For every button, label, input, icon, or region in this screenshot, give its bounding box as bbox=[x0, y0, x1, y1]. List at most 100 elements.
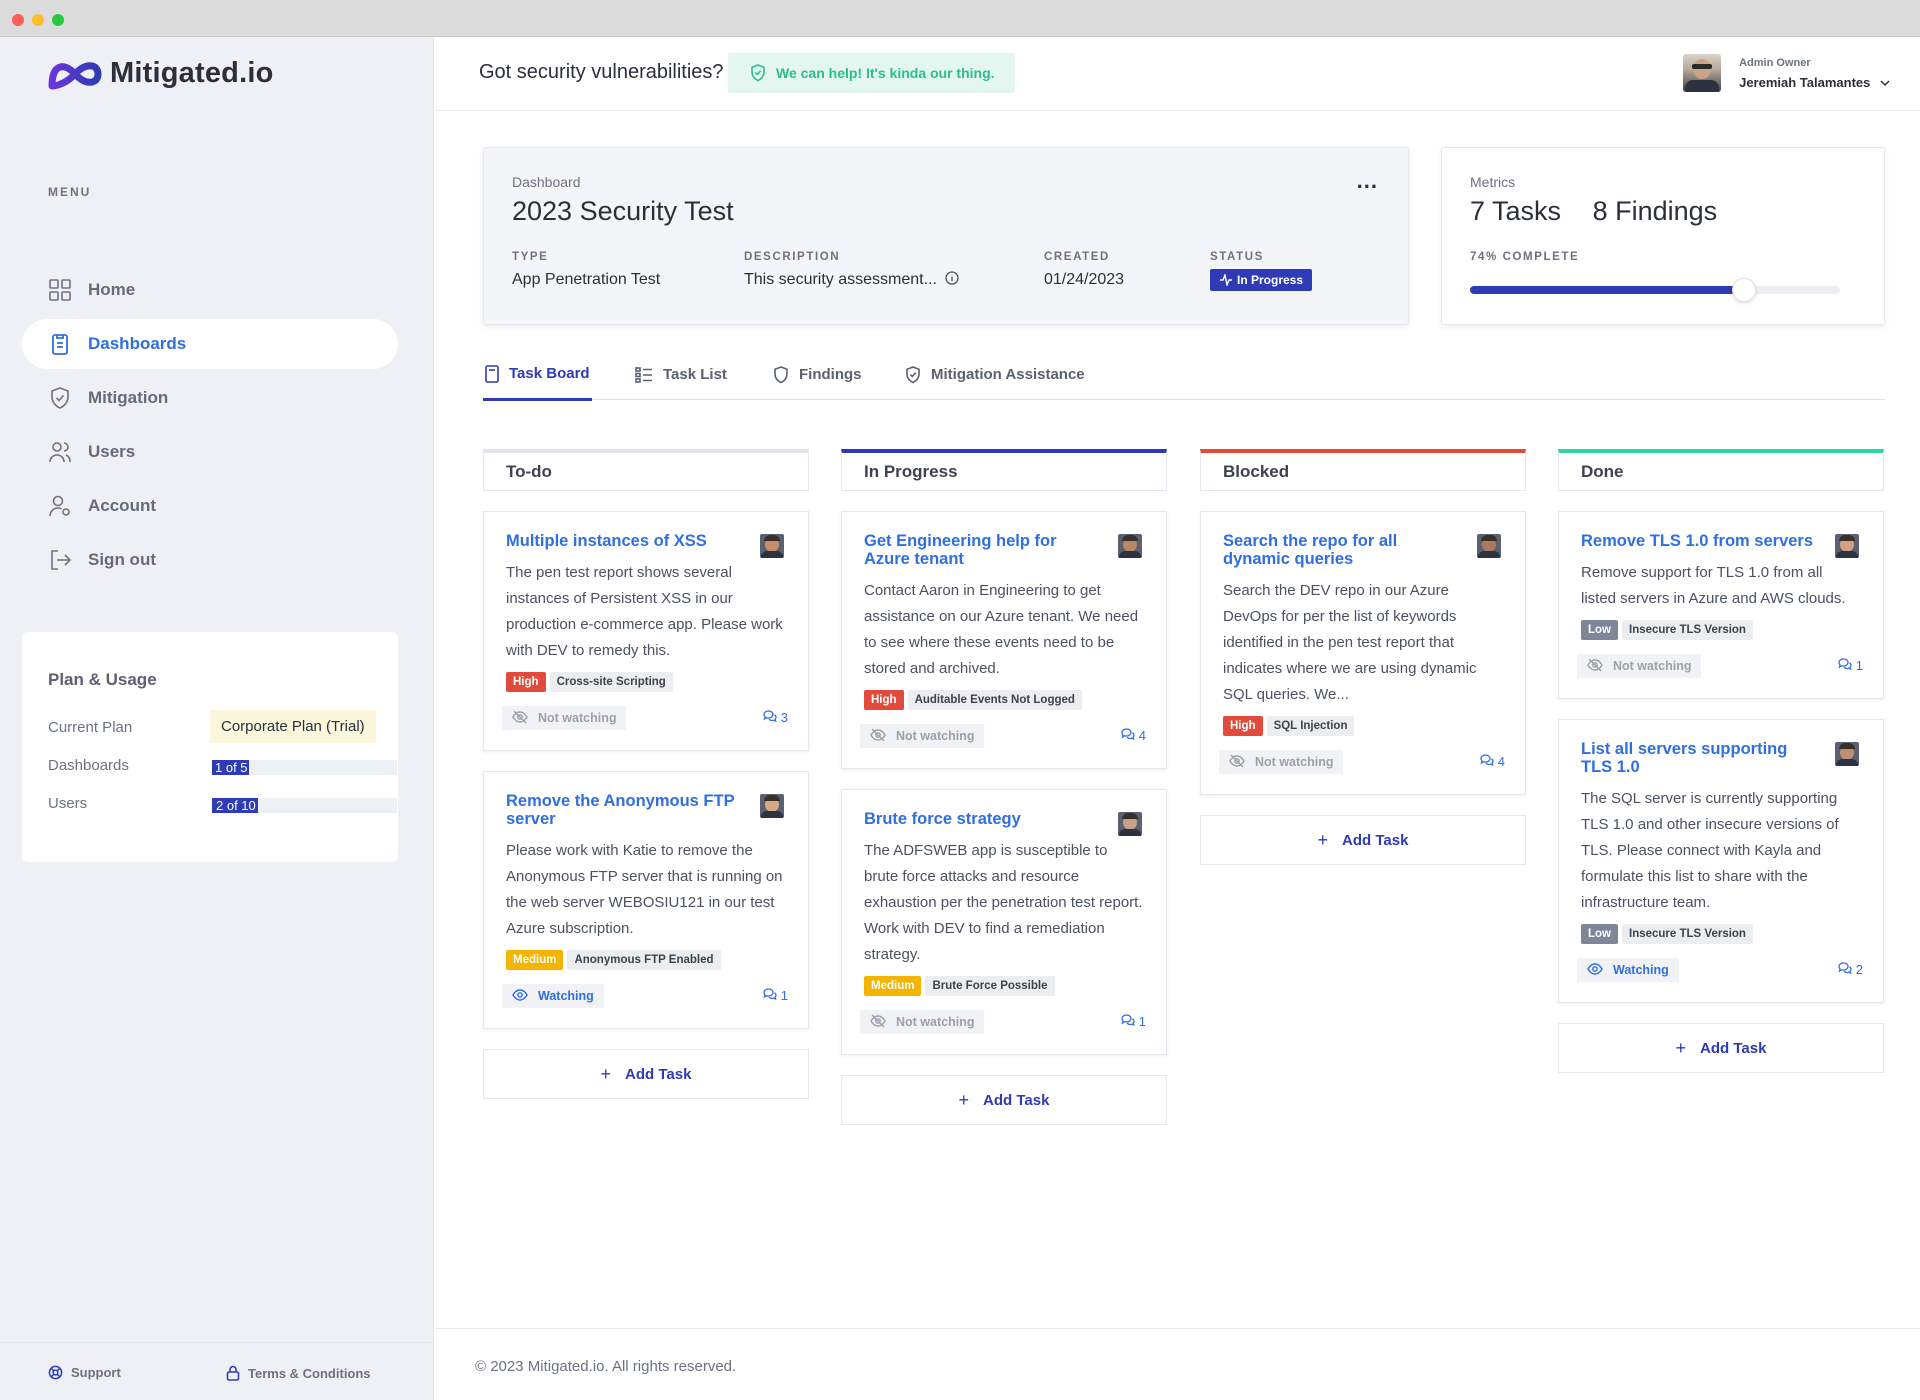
user-name: Jeremiah Talamantes bbox=[1739, 74, 1871, 90]
sidebar-item-sign-out[interactable]: Sign out bbox=[22, 535, 398, 585]
tab-task-board[interactable]: Task Board bbox=[483, 349, 592, 401]
watch-toggle[interactable]: Not watching bbox=[860, 1010, 985, 1034]
task-card[interactable]: List all servers supporting TLS 1.0 The S… bbox=[1558, 719, 1884, 1003]
category-badge: Insecure TLS Version bbox=[1622, 924, 1753, 944]
users-usage-label: Users bbox=[48, 795, 88, 812]
task-footer: Watching 2 bbox=[1577, 956, 1863, 986]
close-window-button[interactable] bbox=[12, 14, 24, 26]
lock-icon bbox=[226, 1365, 240, 1381]
watch-toggle[interactable]: Not watching bbox=[1577, 654, 1702, 678]
add-task-button[interactable]: + Add Task bbox=[1558, 1023, 1884, 1073]
add-task-button[interactable]: + Add Task bbox=[1200, 815, 1526, 865]
comments-link[interactable]: 4 bbox=[1121, 728, 1146, 743]
progress-knob[interactable] bbox=[1731, 278, 1756, 302]
tab-task-list[interactable]: Task List bbox=[635, 349, 727, 400]
avatar bbox=[760, 534, 784, 558]
status-text: In Progress bbox=[1237, 273, 1304, 287]
minimize-window-button[interactable] bbox=[32, 14, 44, 26]
users-usage-row: Users 2 of 10 bbox=[48, 795, 397, 813]
users-usage-fill: 2 of 10 bbox=[212, 798, 259, 813]
task-footer: Not watching 3 bbox=[502, 704, 788, 734]
eye-icon bbox=[1587, 962, 1603, 979]
board-column-done: Done Remove TLS 1.0 from servers Remove su… bbox=[1558, 449, 1884, 1073]
task-card[interactable]: Get Engineering help for Azure tenant Con… bbox=[841, 511, 1167, 769]
user-menu[interactable]: Admin Owner Jeremiah Talamantes bbox=[1683, 54, 1890, 92]
logo[interactable]: Mitigated.io bbox=[48, 57, 274, 90]
comments-link[interactable]: 3 bbox=[763, 710, 788, 725]
board-column-blocked: Blocked Search the repo for all dynamic q… bbox=[1200, 449, 1526, 865]
task-title[interactable]: Remove the Anonymous FTP server bbox=[506, 792, 786, 828]
task-description: Please work with Katie to remove the Ano… bbox=[506, 842, 783, 937]
topbar: Got security vulnerabilities? We can hel… bbox=[435, 37, 1920, 111]
watch-toggle[interactable]: Watching bbox=[1577, 958, 1679, 982]
column-header: To-do bbox=[483, 449, 809, 491]
progress-track bbox=[1470, 278, 1840, 302]
info-icon[interactable] bbox=[945, 271, 960, 285]
shield-check-icon bbox=[906, 365, 920, 383]
created-label: CREATED bbox=[1044, 251, 1110, 263]
help-badge[interactable]: We can help! It's kinda our thing. bbox=[728, 53, 1015, 93]
watch-toggle[interactable]: Watching bbox=[502, 984, 604, 1008]
support-link[interactable]: Support bbox=[48, 1365, 121, 1380]
task-count: 7 Tasks bbox=[1470, 196, 1562, 226]
task-title[interactable]: Get Engineering help for Azure tenant bbox=[864, 532, 1144, 568]
task-card[interactable]: Remove TLS 1.0 from servers Remove suppor… bbox=[1558, 511, 1884, 699]
sidebar-item-label: Dashboards bbox=[88, 334, 187, 353]
sidebar-item-users[interactable]: Users bbox=[22, 427, 398, 477]
sidebar-item-account[interactable]: Account bbox=[22, 481, 398, 531]
sidebar-item-dashboards[interactable]: Dashboards bbox=[22, 319, 398, 369]
task-description: Search the DEV repo in our Azure DevOps … bbox=[1223, 582, 1477, 703]
board-icon bbox=[485, 364, 499, 383]
logo-text: Mitigated.io bbox=[110, 57, 274, 89]
terms-link[interactable]: Terms & Conditions bbox=[226, 1365, 371, 1381]
task-card[interactable]: Remove the Anonymous FTP server Please wo… bbox=[483, 771, 809, 1029]
task-title[interactable]: List all servers supporting TLS 1.0 bbox=[1581, 740, 1861, 776]
menu-heading: MENU bbox=[48, 185, 92, 199]
maximize-window-button[interactable] bbox=[52, 14, 64, 26]
tab-mitigation-assistance[interactable]: Mitigation Assistance bbox=[905, 349, 1085, 400]
task-title[interactable]: Search the repo for all dynamic queries bbox=[1223, 532, 1503, 568]
more-menu-icon[interactable]: ... bbox=[1357, 168, 1378, 194]
severity-badge: High bbox=[864, 690, 904, 710]
task-title[interactable]: Multiple instances of XSS bbox=[506, 532, 786, 550]
add-task-button[interactable]: + Add Task bbox=[841, 1075, 1167, 1125]
comments-link[interactable]: 2 bbox=[1838, 962, 1863, 977]
task-card[interactable]: Multiple instances of XSS The pen test re… bbox=[483, 511, 809, 751]
task-card[interactable]: Search the repo for all dynamic queries S… bbox=[1200, 511, 1526, 795]
task-card[interactable]: Brute force strategy The ADFSWEB app is s… bbox=[841, 789, 1167, 1055]
watch-toggle[interactable]: Not watching bbox=[860, 724, 985, 748]
description-label: DESCRIPTION bbox=[744, 251, 841, 263]
user-info: Admin Owner Jeremiah Talamantes bbox=[1739, 57, 1890, 90]
task-description: The ADFSWEB app is susceptible to brute … bbox=[864, 842, 1143, 963]
comment-count: 2 bbox=[1855, 962, 1863, 977]
comment-icon bbox=[1838, 658, 1852, 673]
shield-check-icon bbox=[751, 64, 765, 82]
dashboards-usage-label: Dashboards bbox=[48, 757, 129, 774]
category-badge: SQL Injection bbox=[1266, 716, 1355, 736]
type-value: App Penetration Test bbox=[512, 271, 661, 288]
comments-link[interactable]: 1 bbox=[1121, 1014, 1146, 1029]
watch-toggle[interactable]: Not watching bbox=[1219, 750, 1344, 774]
eye-off-icon bbox=[1587, 658, 1603, 675]
task-title[interactable]: Brute force strategy bbox=[864, 810, 1144, 828]
window-titlebar bbox=[0, 0, 1920, 37]
comment-count: 4 bbox=[1138, 728, 1146, 743]
category-badge: Auditable Events Not Logged bbox=[907, 690, 1082, 710]
dashboards-usage-fill: 1 of 5 bbox=[212, 760, 249, 775]
comments-link[interactable]: 1 bbox=[763, 988, 788, 1003]
sidebar-item-home[interactable]: Home bbox=[22, 265, 398, 315]
eye-icon bbox=[512, 988, 528, 1005]
add-task-button[interactable]: + Add Task bbox=[483, 1049, 809, 1099]
column-title: Done bbox=[1581, 461, 1624, 481]
tab-findings[interactable]: Findings bbox=[773, 349, 862, 400]
comment-icon bbox=[763, 988, 777, 1003]
watch-toggle[interactable]: Not watching bbox=[502, 706, 627, 730]
task-title[interactable]: Remove TLS 1.0 from servers bbox=[1581, 532, 1861, 550]
dashboard-summary-card: Dashboard 2023 Security Test ... TYPE Ap… bbox=[483, 147, 1409, 325]
sidebar-item-mitigation[interactable]: Mitigation bbox=[22, 373, 398, 423]
metrics-card: Metrics 7 Tasks 8 Findings 74% COMPLETE bbox=[1441, 147, 1885, 325]
task-footer: Not watching 1 bbox=[1577, 652, 1863, 682]
watch-label: Watching bbox=[1613, 963, 1669, 977]
comments-link[interactable]: 1 bbox=[1838, 658, 1863, 673]
comments-link[interactable]: 4 bbox=[1480, 754, 1505, 769]
